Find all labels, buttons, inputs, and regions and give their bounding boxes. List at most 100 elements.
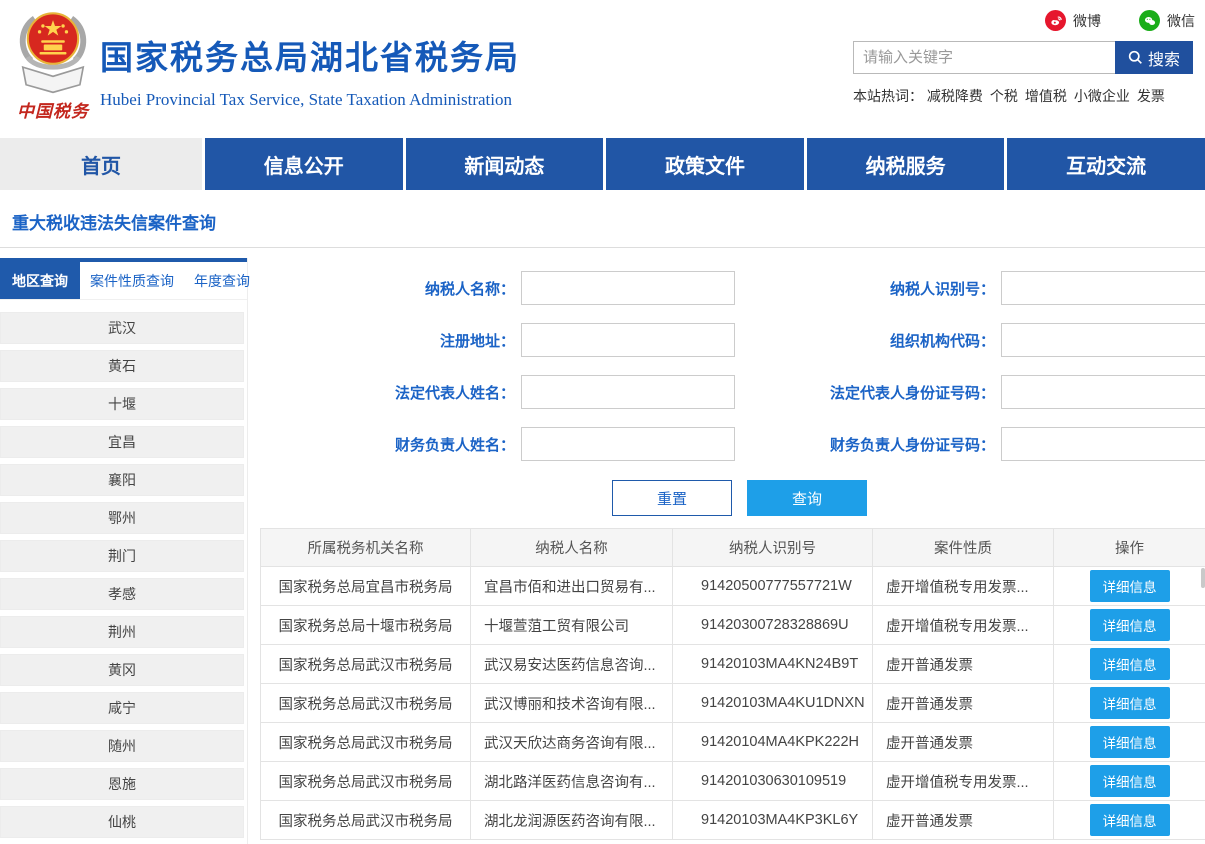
weibo-label: 微博 xyxy=(1073,11,1101,31)
logo-caption: 中国税务 xyxy=(8,97,98,122)
form-field-input[interactable] xyxy=(1001,323,1205,357)
table-action-cell: 详细信息 xyxy=(1054,762,1205,801)
table-cell: 虚开普通发票 xyxy=(873,801,1054,840)
nav-tab[interactable]: 政策文件 xyxy=(603,138,804,190)
form-field-input[interactable] xyxy=(521,271,735,305)
table-row: 国家税务总局武汉市税务局湖北路洋医药信息咨询有...91420103063010… xyxy=(261,762,1205,801)
form-field-cell xyxy=(515,427,737,461)
weibo-link[interactable]: 微博 xyxy=(1045,10,1101,31)
nav-tab[interactable]: 互动交流 xyxy=(1004,138,1205,190)
form-field-input[interactable] xyxy=(1001,427,1205,461)
nav-tab[interactable]: 信息公开 xyxy=(202,138,403,190)
form-field-label: 组织机构代码： xyxy=(737,330,995,351)
site-search: 搜索 xyxy=(853,41,1205,74)
table-action-cell: 详细信息 xyxy=(1054,723,1205,762)
table-cell: 武汉天欣达商务咨询有限... xyxy=(471,723,673,762)
city-item[interactable]: 荆门 xyxy=(0,540,244,572)
table-action-cell: 详细信息 xyxy=(1054,684,1205,723)
hot-words: 本站热词： 减税降费个税增值税小微企业发票 xyxy=(853,86,1205,106)
detail-button[interactable]: 详细信息 xyxy=(1090,765,1170,797)
city-item[interactable]: 宜昌 xyxy=(0,426,244,458)
sidebar-tab[interactable]: 案件性质查询 xyxy=(80,262,184,299)
wechat-link[interactable]: 微信 xyxy=(1139,10,1195,31)
reset-button[interactable]: 重置 xyxy=(612,480,732,516)
city-item[interactable]: 随州 xyxy=(0,730,244,762)
detail-button[interactable]: 详细信息 xyxy=(1090,609,1170,641)
table-cell: 国家税务总局武汉市税务局 xyxy=(261,645,471,684)
city-item[interactable]: 襄阳 xyxy=(0,464,244,496)
form-field-input[interactable] xyxy=(521,427,735,461)
city-item[interactable]: 鄂州 xyxy=(0,502,244,534)
city-item[interactable]: 咸宁 xyxy=(0,692,244,724)
table-cell: 91420500777557721W xyxy=(673,567,873,606)
hot-words-label: 本站热词： xyxy=(853,88,923,104)
city-item[interactable]: 十堰 xyxy=(0,388,244,420)
hot-word-link[interactable]: 减税降费 xyxy=(927,88,983,104)
query-button[interactable]: 查询 xyxy=(747,480,867,516)
form-field-cell xyxy=(995,323,1205,357)
city-item[interactable]: 仙桃 xyxy=(0,806,244,838)
hot-word-link[interactable]: 增值税 xyxy=(1025,88,1067,104)
nav-tab[interactable]: 首页 xyxy=(0,138,202,190)
sidebar-tab[interactable]: 地区查询 xyxy=(0,262,80,299)
form-field-cell xyxy=(995,427,1205,461)
query-form: 纳税人名称： 纳税人识别号： 注册地址： 组织机构代码： 法定代表人姓名： 法定代表人身份… xyxy=(260,271,1205,461)
table-row: 国家税务总局武汉市税务局武汉易安达医药信息咨询...91420103MA4KN2… xyxy=(261,645,1205,684)
search-button[interactable]: 搜索 xyxy=(1115,41,1193,74)
table-cell: 914201030630109519 xyxy=(673,762,873,801)
nav-tab[interactable]: 纳税服务 xyxy=(804,138,1005,190)
scrollbar-fragment[interactable] xyxy=(1201,568,1205,588)
city-item[interactable]: 武汉 xyxy=(0,312,244,344)
wechat-label: 微信 xyxy=(1167,11,1195,31)
table-cell: 宜昌市佰和进出口贸易有... xyxy=(471,567,673,606)
wechat-icon xyxy=(1139,10,1160,31)
table-cell: 91420300728328869U xyxy=(673,606,873,645)
detail-button[interactable]: 详细信息 xyxy=(1090,570,1170,602)
form-field-label: 纳税人名称： xyxy=(260,278,515,299)
table-row: 国家税务总局武汉市税务局武汉博丽和技术咨询有限...91420103MA4KU1… xyxy=(261,684,1205,723)
table-header-cell: 案件性质 xyxy=(873,529,1054,567)
form-field-input[interactable] xyxy=(1001,271,1205,305)
table-cell: 十堰萱菹工贸有限公司 xyxy=(471,606,673,645)
hot-word-link[interactable]: 小微企业 xyxy=(1074,88,1130,104)
city-item[interactable]: 恩施 xyxy=(0,768,244,800)
form-field-label: 纳税人识别号： xyxy=(737,278,995,299)
city-item[interactable]: 荆州 xyxy=(0,616,244,648)
table-cell: 国家税务总局武汉市税务局 xyxy=(261,762,471,801)
table-header-cell: 所属税务机关名称 xyxy=(261,529,471,567)
city-list: 武汉黄石十堰宜昌襄阳鄂州荆门孝感荆州黄冈咸宁随州恩施仙桃 xyxy=(0,312,247,838)
form-field-cell xyxy=(515,271,737,305)
detail-button[interactable]: 详细信息 xyxy=(1090,687,1170,719)
detail-button[interactable]: 详细信息 xyxy=(1090,804,1170,836)
form-field-label: 法定代表人姓名： xyxy=(260,382,515,403)
city-item[interactable]: 黄冈 xyxy=(0,654,244,686)
city-item[interactable]: 黄石 xyxy=(0,350,244,382)
detail-button[interactable]: 详细信息 xyxy=(1090,726,1170,758)
table-row: 国家税务总局武汉市税务局武汉天欣达商务咨询有限...91420104MA4KPK… xyxy=(261,723,1205,762)
content-area: 地区查询案件性质查询年度查询 武汉黄石十堰宜昌襄阳鄂州荆门孝感荆州黄冈咸宁随州恩… xyxy=(0,258,1205,844)
detail-button[interactable]: 详细信息 xyxy=(1090,648,1170,680)
table-cell: 虚开普通发票 xyxy=(873,645,1054,684)
table-action-cell: 详细信息 xyxy=(1054,801,1205,840)
site-subtitle: Hubei Provincial Tax Service, State Taxa… xyxy=(100,90,520,110)
nav-tab[interactable]: 新闻动态 xyxy=(403,138,604,190)
sidebar: 地区查询案件性质查询年度查询 武汉黄石十堰宜昌襄阳鄂州荆门孝感荆州黄冈咸宁随州恩… xyxy=(0,258,248,844)
table-cell: 91420103MA4KP3KL6Y xyxy=(673,801,873,840)
form-field-input[interactable] xyxy=(521,323,735,357)
table-row: 国家税务总局武汉市税务局湖北龙润源医药咨询有限...91420103MA4KP3… xyxy=(261,801,1205,840)
table-cell: 国家税务总局武汉市税务局 xyxy=(261,723,471,762)
form-field-label: 注册地址： xyxy=(260,330,515,351)
form-field-input[interactable] xyxy=(521,375,735,409)
form-field-cell xyxy=(995,271,1205,305)
form-field-label: 法定代表人身份证号码： xyxy=(737,382,995,403)
table-header-row: 所属税务机关名称纳税人名称纳税人识别号案件性质操作 xyxy=(261,529,1205,567)
form-field-input[interactable] xyxy=(1001,375,1205,409)
search-button-label: 搜索 xyxy=(1148,46,1180,70)
city-item[interactable]: 孝感 xyxy=(0,578,244,610)
hot-word-link[interactable]: 个税 xyxy=(990,88,1018,104)
hot-word-link[interactable]: 发票 xyxy=(1137,88,1165,104)
table-cell: 国家税务总局十堰市税务局 xyxy=(261,606,471,645)
weibo-icon xyxy=(1045,10,1066,31)
search-input[interactable] xyxy=(853,41,1115,74)
table-cell: 虚开增值税专用发票... xyxy=(873,762,1054,801)
